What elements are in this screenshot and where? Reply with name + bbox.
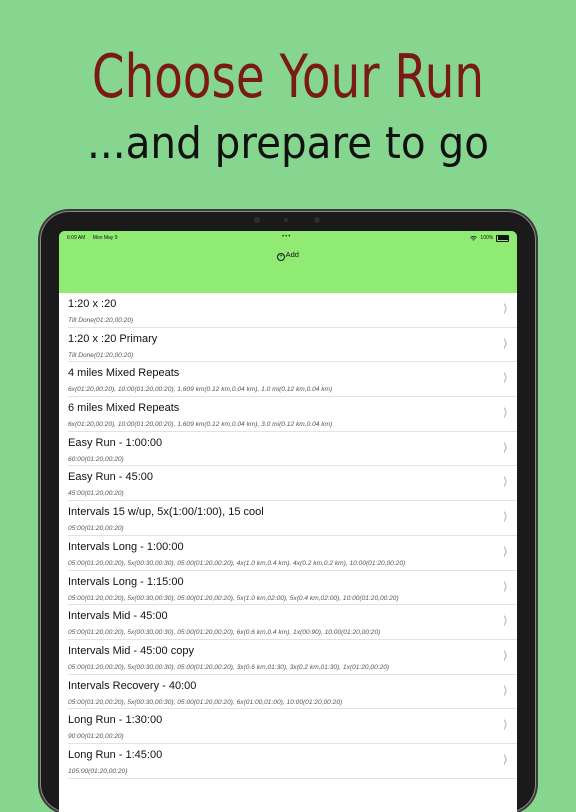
wifi-icon [470,235,478,241]
run-title: Intervals Mid - 45:00 [68,610,168,623]
run-title: Easy Run - 1:00:00 [68,436,163,449]
run-title: Easy Run - 45:00 [68,471,153,484]
run-title: Intervals 15 w/up, 5x(1:00/1:00), 15 coo… [68,506,264,519]
run-title: Intervals Long - 1:15:00 [68,575,184,588]
app-screen: 6:09 AM Mon May 9 ••• 100% + Add 1:20 x … [59,231,517,812]
run-detail: 90:00(01:20,00:20) [68,733,124,741]
list-item[interactable]: Easy Run - 45:00 45:00(01:20,00:20) ❯ [68,466,517,502]
status-date: Mon May 9 [92,235,118,241]
list-item[interactable]: Intervals Mid - 45:00 copy 05:00(01:20,00… [68,640,517,675]
chevron-right-icon: ❯ [502,545,508,557]
list-item[interactable]: 4 miles Mixed Repeats 6x(01:20,00:20), 10… [68,362,517,398]
battery-icon [496,235,509,242]
subheadline: ...and prepare to go [87,118,489,169]
chevron-right-icon: ❯ [502,649,508,661]
chevron-right-icon: ❯ [502,615,508,627]
multitasking-dots[interactable]: ••• [282,234,291,240]
tablet-frame: 6:09 AM Mon May 9 ••• 100% + Add 1:20 x … [41,212,535,812]
list-item[interactable]: Intervals 15 w/up, 5x(1:00/1:00), 15 coo… [68,501,517,536]
run-list: 1:20 x :20 Till Done(01:20,00:20) ❯ 1:20 x … [59,293,517,779]
run-title: Intervals Mid - 45:00 copy [68,644,194,657]
chevron-right-icon: ❯ [502,372,508,384]
list-item[interactable]: Long Run - 1:45:00 105:00(01:20,00:20) ❯ [68,744,517,779]
plus-circle-icon: + [277,252,286,261]
headline: Choose Your Run [91,42,485,112]
chevron-right-icon: ❯ [502,511,508,523]
run-detail: 6x(01:20,00:20), 10:00(01:20,00:20), 1.6… [68,386,333,394]
front-sensor [254,217,260,223]
chevron-right-icon: ❯ [502,407,508,419]
list-item[interactable]: 1:20 x :20 Primary Till Done(01:20,00:20)… [68,328,517,363]
run-title: 4 miles Mixed Repeats [68,367,180,380]
run-title: 1:20 x :20 [68,298,117,310]
add-label: Add [285,250,299,259]
status-time: 6:09 AM [67,235,86,241]
run-detail: 05:00(01:20,00:20), 5x(00:30,00:30), 05:… [68,629,381,637]
chevron-right-icon: ❯ [502,684,508,696]
battery-percent: 100% [480,235,494,242]
front-sensor [314,217,320,223]
run-detail: 60:00(01:20,00:20) [68,455,124,463]
run-title: Long Run - 1:30:00 [68,714,163,727]
chevron-right-icon: ❯ [502,753,508,765]
chevron-right-icon: ❯ [502,580,508,592]
run-detail: Till Done(01:20,00:20) [68,317,134,324]
list-item[interactable]: 6 miles Mixed Repeats 6x(01:20,00:20), 10… [68,397,517,432]
app-header: 6:09 AM Mon May 9 ••• 100% + Add [59,231,517,293]
list-item[interactable]: 1:20 x :20 Till Done(01:20,00:20) ❯ [68,293,517,328]
run-title: Long Run - 1:45:00 [68,748,163,761]
chevron-right-icon: ❯ [502,719,508,731]
run-detail: 05:00(01:20,00:20), 5x(00:30,00:30), 05:… [68,663,390,671]
run-title: Intervals Recovery - 40:00 [68,679,197,692]
run-detail: 05:00(01:20,00:20), 5x(00:30,00:30), 05:… [68,559,406,567]
run-title: Intervals Long - 1:00:00 [68,540,184,553]
add-run-button[interactable]: + Add [59,250,517,261]
list-item[interactable]: Intervals Mid - 45:00 05:00(01:20,00:20),… [68,605,517,640]
chevron-right-icon: ❯ [502,337,508,349]
run-detail: Till Done(01:20,00:20) [68,351,134,359]
list-item[interactable]: Intervals Recovery - 40:00 05:00(01:20,00… [68,675,517,710]
front-camera [284,218,288,222]
chevron-right-icon: ❯ [502,303,508,314]
run-detail: 105:00(01:20,00:20) [68,767,128,775]
run-detail: 05:00(01:20,00:20) [68,525,124,533]
run-detail: 6x(01:20,00:20), 10:00(01:20,00:20), 1.6… [68,421,333,429]
chevron-right-icon: ❯ [502,441,508,453]
run-title: 6 miles Mixed Repeats [68,402,180,415]
list-item[interactable]: Easy Run - 1:00:00 60:00(01:20,00:20) ❯ [68,432,517,467]
status-bar: 6:09 AM Mon May 9 ••• 100% [59,233,517,243]
run-detail: 05:00(01:20,00:20), 5x(00:30,00:30), 05:… [68,698,343,706]
run-title: 1:20 x :20 Primary [68,332,158,345]
run-detail: 05:00(01:20,00:20), 5x(00:30,00:30), 05:… [68,594,399,602]
list-item[interactable]: Intervals Long - 1:15:00 05:00(01:20,00:2… [68,571,517,606]
list-item[interactable]: Long Run - 1:30:00 90:00(01:20,00:20) ❯ [68,709,517,744]
list-item[interactable]: Intervals Long - 1:00:00 05:00(01:20,00:2… [68,536,517,571]
chevron-right-icon: ❯ [502,476,508,488]
run-detail: 45:00(01:20,00:20) [68,490,124,498]
